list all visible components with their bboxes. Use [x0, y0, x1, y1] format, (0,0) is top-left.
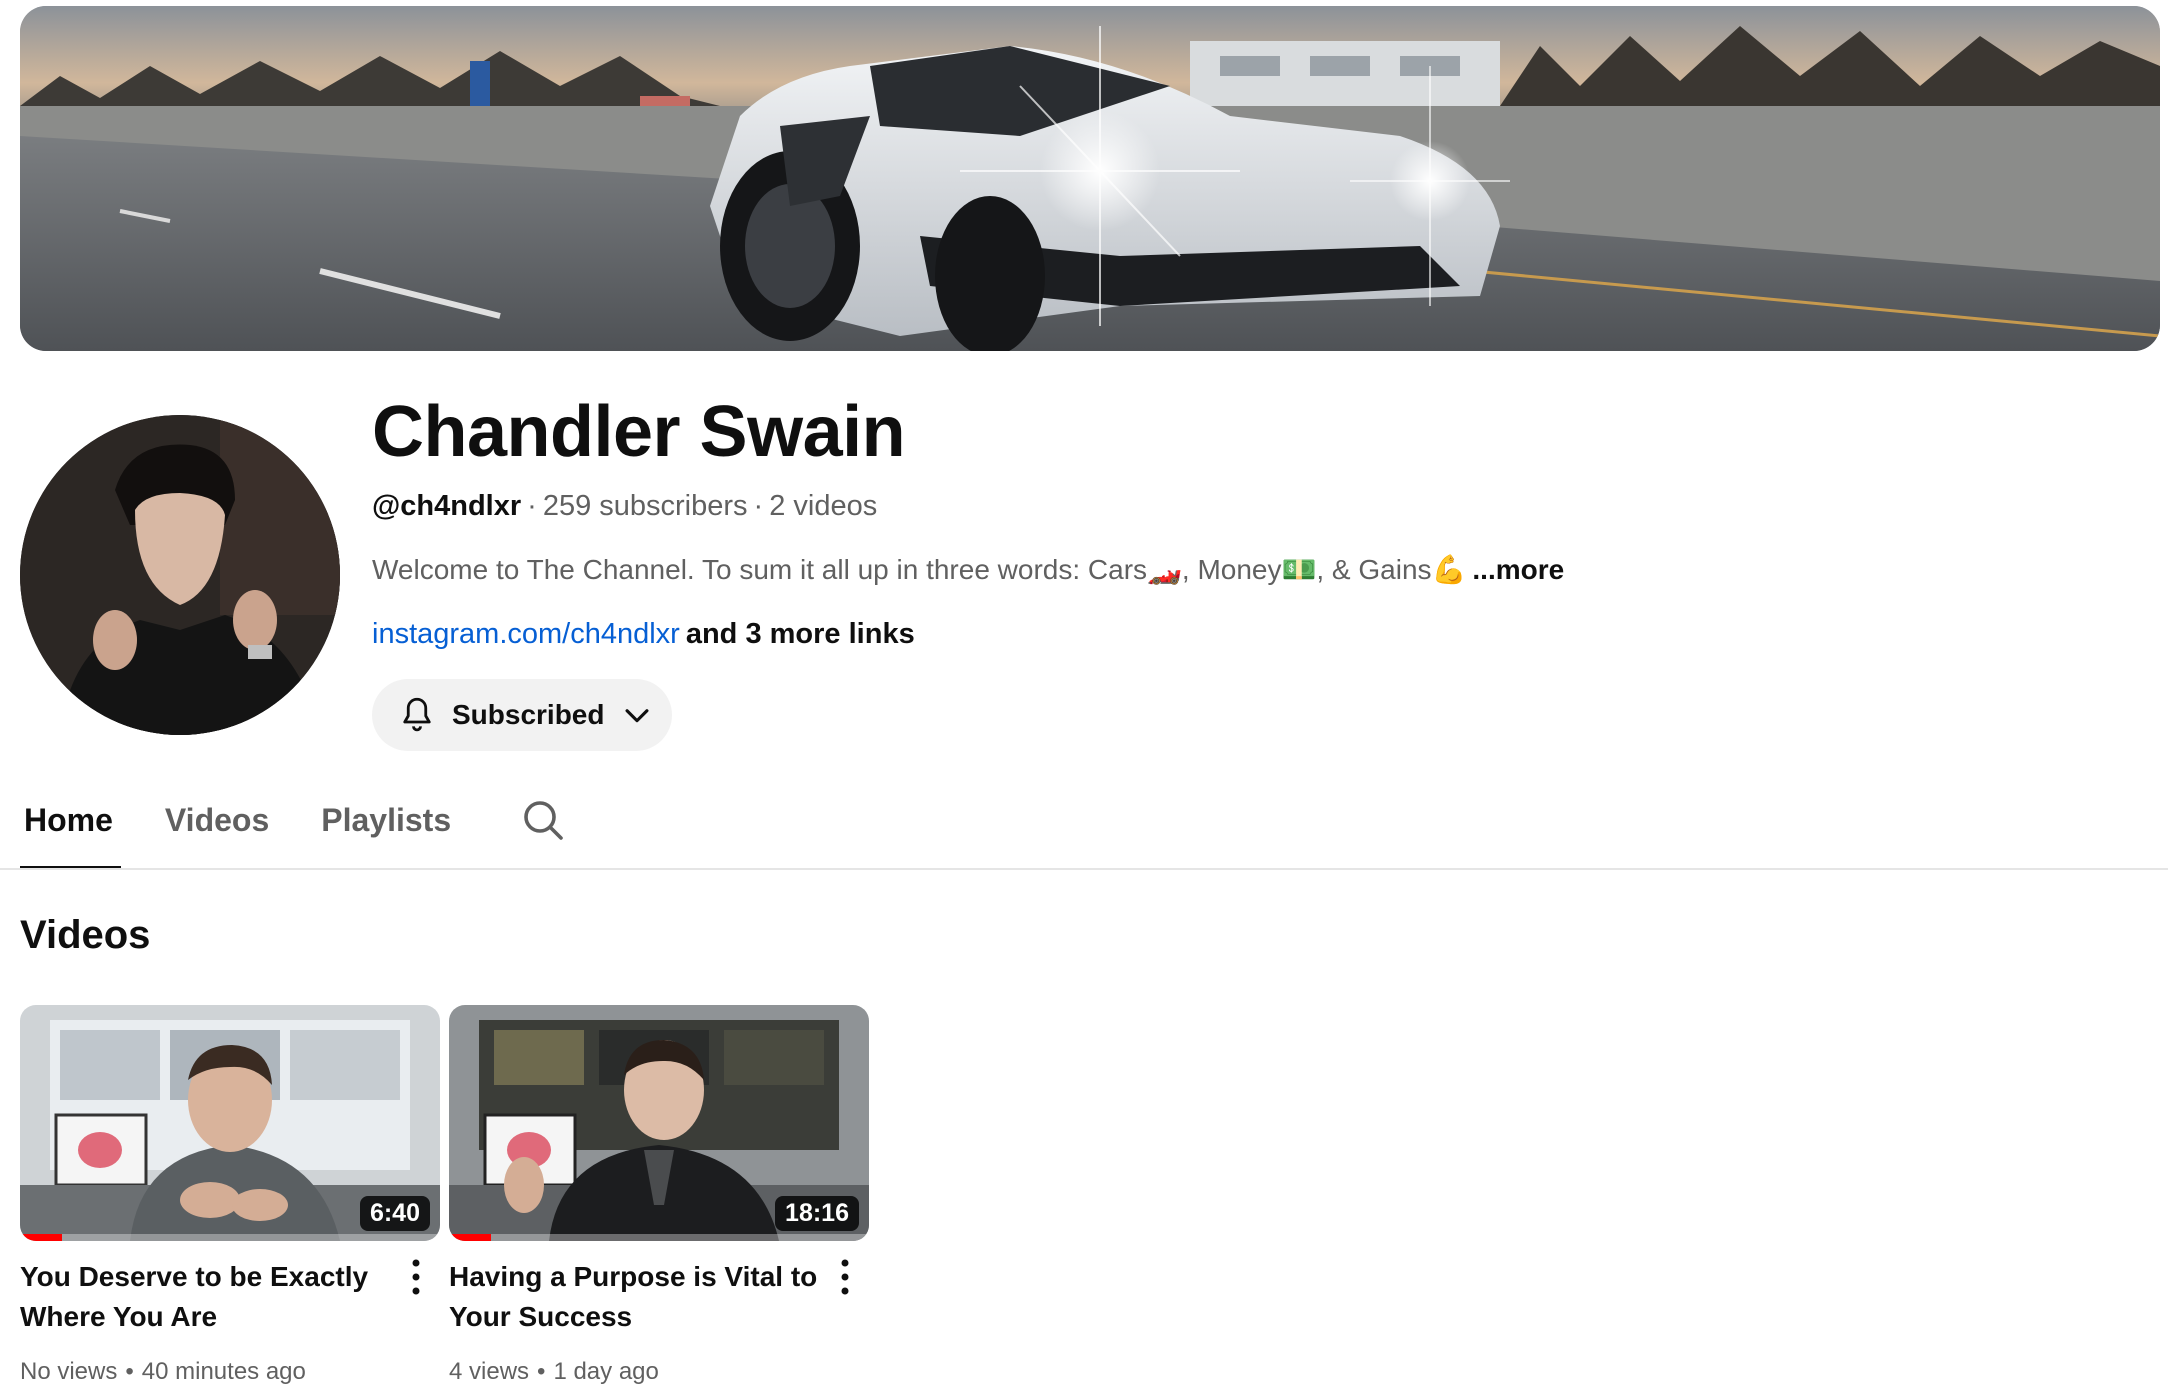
channel-banner — [20, 6, 2160, 351]
subscribed-label: Subscribed — [452, 699, 605, 730]
search-icon[interactable] — [519, 796, 567, 844]
tab-playlists[interactable]: Playlists — [317, 790, 455, 856]
tabs-divider — [0, 868, 2168, 870]
more-links-button[interactable]: and 3 more links — [686, 618, 915, 650]
video-duration: 6:40 — [359, 1196, 430, 1231]
subscribed-button[interactable]: Subscribed — [372, 679, 672, 751]
video-count: 2 videos — [769, 490, 878, 522]
channel-meta: @ch4ndlxr · 259 subscribers · 2 videos — [372, 490, 878, 522]
description-more-link[interactable]: ...more — [1472, 554, 1564, 585]
channel-avatar[interactable] — [20, 415, 340, 735]
channel-links: instagram.com/ch4ndlxr and 3 more links — [372, 616, 915, 652]
more-vert-icon[interactable] — [404, 1255, 428, 1299]
tab-videos[interactable]: Videos — [161, 790, 273, 856]
channel-name: Chandler Swain — [372, 392, 906, 472]
more-vert-icon[interactable] — [833, 1255, 857, 1299]
watch-progress-bar — [449, 1234, 491, 1241]
video-meta: 4 views • 1 day ago — [449, 1358, 659, 1385]
avatar-image — [20, 415, 340, 735]
progress-track — [20, 1234, 440, 1241]
video-title[interactable]: Having a Purpose is Vital to Your Succes… — [449, 1257, 829, 1337]
video-age: 1 day ago — [553, 1358, 659, 1385]
channel-tabs: Home Videos Playlists — [20, 790, 567, 870]
progress-track — [449, 1234, 869, 1241]
bell-icon — [396, 694, 438, 736]
video-title[interactable]: You Deserve to be Exactly Where You Are — [20, 1257, 400, 1337]
video-views: No views — [20, 1358, 118, 1385]
tab-home[interactable]: Home — [20, 790, 121, 870]
watch-progress-bar — [20, 1234, 62, 1241]
channel-handle: @ch4ndlxr — [372, 490, 522, 522]
chevron-down-icon — [620, 698, 654, 732]
description-text: Welcome to The Channel. To sum it all up… — [372, 554, 1467, 585]
channel-description[interactable]: Welcome to The Channel. To sum it all up… — [372, 552, 1564, 588]
video-duration: 18:16 — [775, 1196, 859, 1231]
instagram-link[interactable]: instagram.com/ch4ndlxr — [372, 618, 680, 650]
video-views: 4 views — [449, 1358, 530, 1385]
video-card[interactable]: 18:16 Having a Purpose is Vital to Your … — [449, 1005, 869, 1385]
video-thumbnail[interactable]: 6:40 — [20, 1005, 440, 1241]
video-age: 40 minutes ago — [141, 1358, 306, 1385]
banner-image — [20, 6, 2160, 351]
video-card[interactable]: 6:40 You Deserve to be Exactly Where You… — [20, 1005, 440, 1385]
section-title: Videos — [20, 913, 151, 957]
video-thumbnail[interactable]: 18:16 — [449, 1005, 869, 1241]
subscriber-count: 259 subscribers — [542, 490, 748, 522]
video-meta: No views • 40 minutes ago — [20, 1358, 306, 1385]
